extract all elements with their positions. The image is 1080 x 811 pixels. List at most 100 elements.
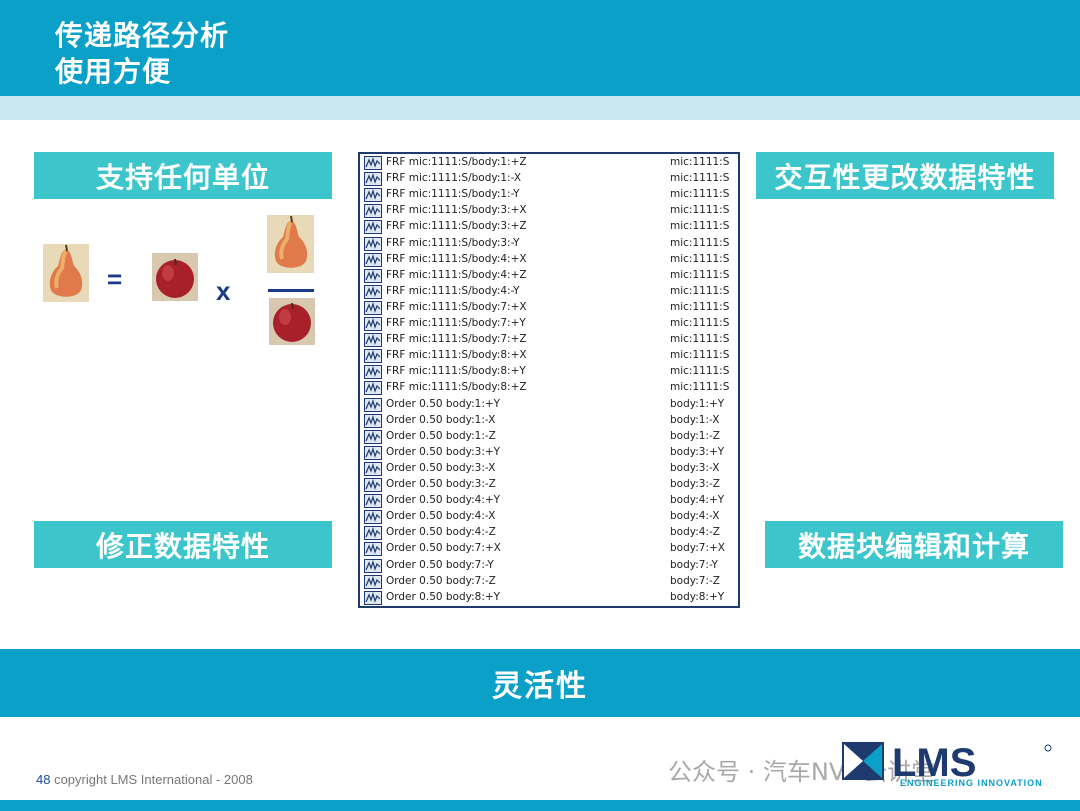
list-item[interactable]: Order 0.50 body:7:-Z body:7:-Z xyxy=(360,574,736,590)
copyright-text: copyright LMS International - 2008 xyxy=(50,772,253,787)
list-item[interactable]: Order 0.50 body:7:+X body:7:+X xyxy=(360,541,736,557)
data-block-icon xyxy=(364,252,382,267)
list-item-ref: mic:1111:S xyxy=(670,236,730,249)
list-item-ref: mic:1111:S xyxy=(670,188,730,201)
list-item[interactable]: FRF mic:1111:S/body:8:+Z mic:1111:S xyxy=(360,380,736,396)
list-item-ref: body:7:-Z xyxy=(670,574,720,587)
list-item-ref: mic:1111:S xyxy=(670,284,730,297)
footer: 48 copyright LMS International - 2008 xyxy=(36,772,253,787)
list-item[interactable]: Order 0.50 body:4:-X body:4:-X xyxy=(360,509,736,525)
list-item-name: FRF mic:1111:S/body:8:+Y xyxy=(386,365,526,378)
list-item-name: FRF mic:1111:S/body:1:-X xyxy=(386,172,522,185)
list-item-ref: mic:1111:S xyxy=(670,300,730,313)
list-item[interactable]: FRF mic:1111:S/body:1:-X mic:1111:S xyxy=(360,171,736,187)
list-item-name: FRF mic:1111:S/body:8:+Z xyxy=(386,381,527,394)
data-block-icon xyxy=(364,365,382,380)
list-item-name: Order 0.50 body:3:-Z xyxy=(386,478,496,490)
header-strip xyxy=(0,96,1080,120)
data-block-icon xyxy=(364,429,382,444)
list-item-name: Order 0.50 body:7:-Z xyxy=(386,574,496,587)
data-block-icon xyxy=(364,478,382,492)
list-item-name: Order 0.50 body:8:+Y xyxy=(386,590,501,603)
list-item[interactable]: FRF mic:1111:S/body:4:-Y mic:1111:S xyxy=(360,284,736,300)
list-item-ref: body:4:+Y xyxy=(670,494,725,507)
bottom-edge-bar xyxy=(0,800,1080,811)
data-block-icon xyxy=(364,236,382,251)
list-item[interactable]: Order 0.50 body:1:+Y body:1:+Y xyxy=(360,397,736,413)
list-item[interactable]: Order 0.50 body:3:+Y body:3:+Y xyxy=(360,445,736,461)
list-item[interactable]: FRF mic:1111:S/body:3:+Z mic:1111:S xyxy=(360,219,736,235)
data-block-icon xyxy=(364,156,382,170)
list-item-ref: body:3:+Y xyxy=(670,445,725,458)
list-item[interactable]: Order 0.50 body:3:-Z body:3:-Z xyxy=(360,477,736,493)
page-number: 48 xyxy=(36,772,51,787)
list-item[interactable]: Order 0.50 body:3:-X body:3:-X xyxy=(360,461,736,477)
list-item[interactable]: FRF mic:1111:S/body:7:+Y mic:1111:S xyxy=(360,316,736,332)
list-item-name: FRF mic:1111:S/body:1:+Z xyxy=(386,156,527,168)
data-block-icon xyxy=(364,558,382,573)
list-item-ref: body:7:+X xyxy=(670,542,725,555)
list-item[interactable]: FRF mic:1111:S/body:1:-Y mic:1111:S xyxy=(360,187,736,203)
list-item-ref: body:7:-Y xyxy=(670,558,718,571)
list-item[interactable]: FRF mic:1111:S/body:8:+X mic:1111:S xyxy=(360,348,736,364)
list-item-ref: mic:1111:S xyxy=(670,317,730,329)
feature-blocks: 数据块编辑和计算 xyxy=(765,521,1063,568)
slide-title-line1: 传递路径分析 xyxy=(55,19,230,52)
list-item[interactable]: Order 0.50 body:1:-Z body:1:-Z xyxy=(360,429,736,445)
data-block-icon xyxy=(364,445,382,460)
list-item[interactable]: FRF mic:1111:S/body:3:+X mic:1111:S xyxy=(360,203,736,219)
list-item-name: FRF mic:1111:S/body:4:+X xyxy=(386,252,527,265)
list-item-ref: mic:1111:S xyxy=(670,220,730,233)
list-item-name: FRF mic:1111:S/body:1:-Y xyxy=(386,188,520,201)
data-block-icon xyxy=(364,542,382,557)
list-item-name: FRF mic:1111:S/body:4:-Y xyxy=(386,284,520,297)
list-item[interactable]: FRF mic:1111:S/body:8:+Y mic:1111:S xyxy=(360,364,736,380)
data-block-icon xyxy=(364,526,382,541)
list-item-name: Order 0.50 body:7:-Y xyxy=(386,558,494,571)
data-block-icon xyxy=(364,461,382,476)
list-item-name: Order 0.50 body:4:+Y xyxy=(386,494,501,507)
list-item-name: FRF mic:1111:S/body:8:+X xyxy=(386,349,527,362)
data-block-icon xyxy=(364,494,382,509)
list-item[interactable]: Order 0.50 body:4:-Z body:4:-Z xyxy=(360,525,736,541)
list-item[interactable]: Order 0.50 body:1:-X body:1:-X xyxy=(360,413,736,429)
list-item-ref: mic:1111:S xyxy=(670,252,730,265)
list-item-name: FRF mic:1111:S/body:3:-Y xyxy=(386,236,520,249)
data-block-list[interactable]: FRF mic:1111:S/body:1:+Z mic:1111:S FRF mi… xyxy=(358,152,740,608)
list-item[interactable]: FRF mic:1111:S/body:4:+Z mic:1111:S xyxy=(360,268,736,284)
fraction-line xyxy=(268,289,314,292)
data-block-icon xyxy=(364,333,382,348)
data-block-icon xyxy=(364,413,382,428)
data-block-icon xyxy=(364,268,382,283)
list-item[interactable]: FRF mic:1111:S/body:1:+Z mic:1111:S xyxy=(360,155,736,171)
bottom-banner-label: 灵活性 xyxy=(492,669,588,704)
list-item[interactable]: FRF mic:1111:S/body:7:+Z mic:1111:S xyxy=(360,332,736,348)
data-block-icon xyxy=(364,204,382,219)
data-block-icon xyxy=(364,317,382,331)
pear-image xyxy=(43,244,89,302)
feature-modify: 修正数据特性 xyxy=(34,521,332,568)
list-item-ref: mic:1111:S xyxy=(670,204,730,217)
list-item-ref: body:3:-Z xyxy=(670,478,720,490)
list-item-ref: mic:1111:S xyxy=(670,268,730,281)
list-item[interactable]: Order 0.50 body:7:-Y body:7:-Y xyxy=(360,558,736,574)
data-block-icon xyxy=(364,397,382,412)
list-item[interactable]: FRF mic:1111:S/body:7:+X mic:1111:S xyxy=(360,300,736,316)
data-block-icon xyxy=(364,284,382,299)
list-item-name: FRF mic:1111:S/body:3:+Z xyxy=(386,220,527,233)
list-item-name: FRF mic:1111:S/body:7:+Y xyxy=(386,317,526,329)
apple-image xyxy=(269,298,315,345)
list-item-ref: body:3:-X xyxy=(670,461,720,474)
logo-tagline: ENGINEERING INNOVATION xyxy=(900,778,1043,788)
list-item-name: Order 0.50 body:4:-X xyxy=(386,510,496,523)
list-item[interactable]: Order 0.50 body:8:+Y body:8:+Y xyxy=(360,590,736,606)
list-item-name: FRF mic:1111:S/body:4:+Z xyxy=(386,268,527,281)
list-item-name: Order 0.50 body:1:+Y xyxy=(386,397,501,410)
feature-interactive: 交互性更改数据特性 xyxy=(756,152,1054,199)
list-item[interactable]: FRF mic:1111:S/body:3:-Y mic:1111:S xyxy=(360,236,736,252)
list-item[interactable]: FRF mic:1111:S/body:4:+X mic:1111:S xyxy=(360,252,736,268)
list-item[interactable]: Order 0.50 body:4:+Y body:4:+Y xyxy=(360,493,736,509)
list-item-ref: mic:1111:S xyxy=(670,333,730,346)
list-item-ref: mic:1111:S xyxy=(670,349,730,362)
apple-image xyxy=(152,253,198,301)
